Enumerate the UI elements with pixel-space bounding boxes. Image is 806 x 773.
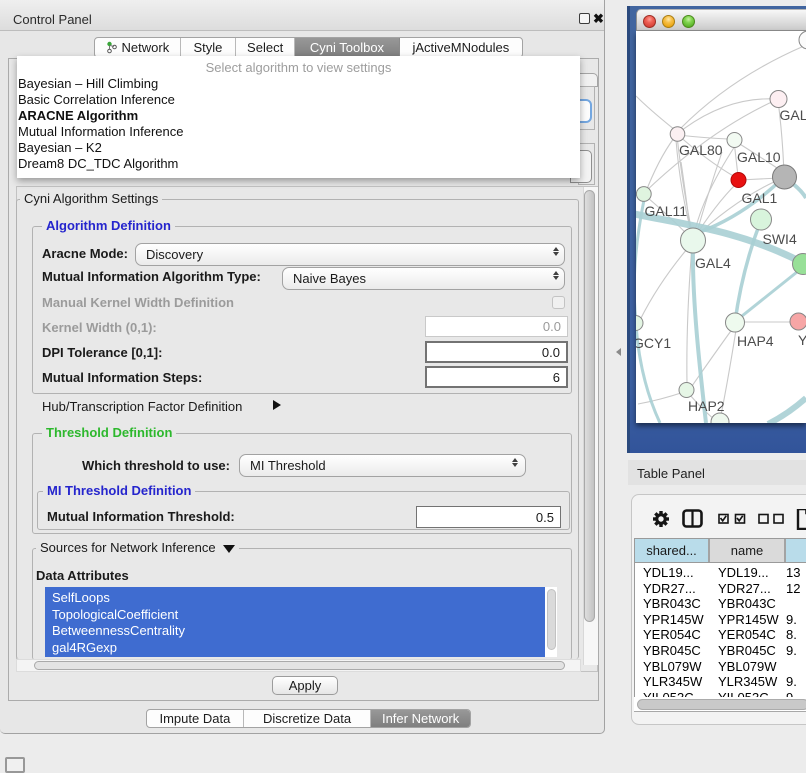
svg-text:GAL80: GAL80 (679, 142, 723, 158)
svg-text:GAL1: GAL1 (742, 190, 778, 206)
svg-text:GAL11: GAL11 (645, 203, 688, 219)
svg-text:YE: YE (798, 332, 806, 348)
svg-text:SWI4: SWI4 (763, 231, 797, 247)
svg-text:GCY1: GCY1 (636, 335, 671, 351)
svg-text:HAP2: HAP2 (688, 398, 725, 414)
svg-text:GAL4: GAL4 (695, 255, 731, 271)
svg-text:GAL10: GAL10 (737, 149, 781, 165)
svg-text:GAL2: GAL2 (780, 107, 806, 123)
svg-text:HAP4: HAP4 (737, 333, 774, 349)
